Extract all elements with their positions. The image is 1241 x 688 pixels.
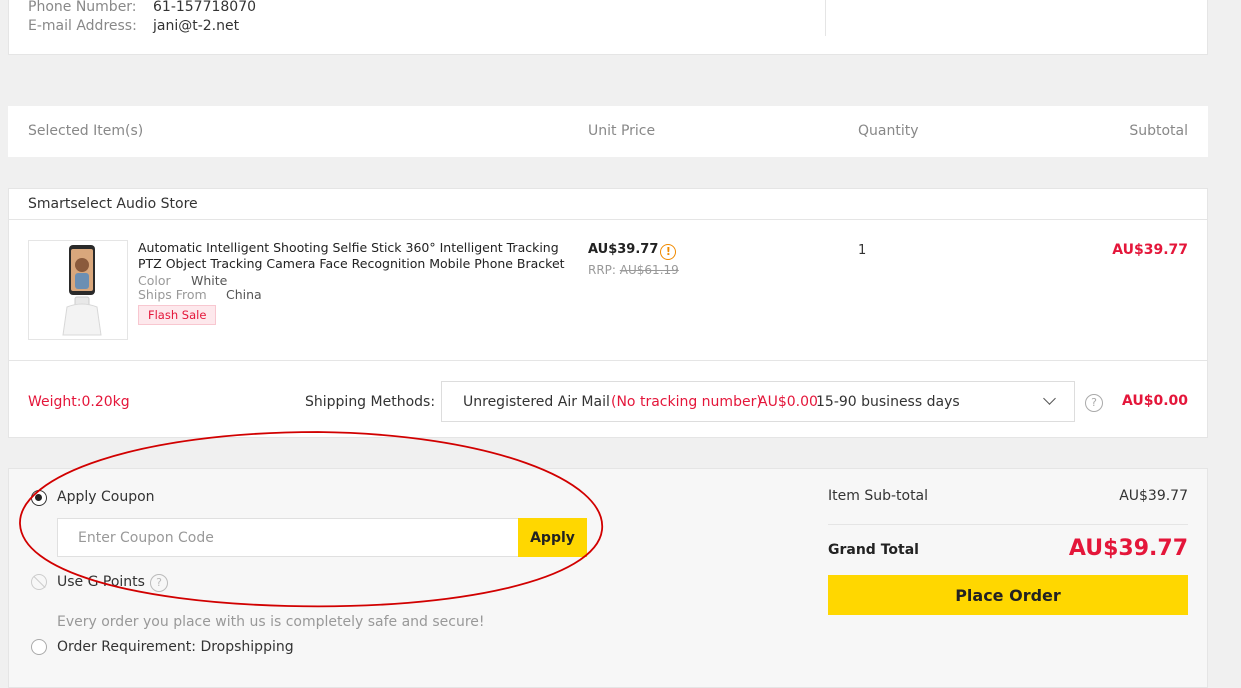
dropshipping-label[interactable]: Order Requirement: Dropshipping bbox=[57, 639, 294, 655]
weight: Weight:0.20kg bbox=[28, 394, 130, 410]
product-title[interactable]: Automatic Intelligent Shooting Selfie St… bbox=[138, 240, 578, 272]
checkout-options-card: Apply Coupon Apply Use G Points ? Every … bbox=[8, 468, 1208, 688]
item-quantity: 1 bbox=[858, 243, 867, 258]
help-icon[interactable]: ? bbox=[150, 574, 168, 592]
coupon-code-input[interactable] bbox=[57, 518, 518, 557]
grand-total-label: Grand Total bbox=[828, 542, 919, 558]
ships-from-value: China bbox=[226, 287, 262, 302]
divider bbox=[825, 0, 826, 36]
shipping-note: (No tracking number) bbox=[611, 394, 762, 410]
unit-price-value: AU$39.77 bbox=[588, 242, 659, 257]
store-card: Smartselect Audio Store Automatic Intell… bbox=[8, 188, 1208, 438]
apply-coupon-button[interactable]: Apply bbox=[518, 518, 587, 557]
items-table-header: Selected Item(s) Unit Price Quantity Sub… bbox=[8, 106, 1208, 157]
product-thumbnail[interactable] bbox=[28, 240, 128, 340]
shipping-method: Unregistered Air Mail bbox=[463, 394, 610, 410]
contact-card: Phone Number: 61-157718070 E-mail Addres… bbox=[8, 0, 1208, 55]
phone-label: Phone Number: bbox=[28, 0, 137, 15]
shipping-methods-label: Shipping Methods: bbox=[305, 394, 436, 410]
item-subtotal-label: Item Sub-total bbox=[828, 488, 929, 504]
safety-text: Every order you place with us is complet… bbox=[57, 614, 485, 630]
place-order-button[interactable]: Place Order bbox=[828, 575, 1188, 615]
grand-total-value: AU$39.77 bbox=[1068, 536, 1188, 561]
chevron-down-icon bbox=[1043, 392, 1056, 405]
header-subtotal: Subtotal bbox=[1129, 123, 1188, 139]
rrp-value: AU$61.19 bbox=[619, 263, 679, 277]
ships-from-label: Ships From bbox=[138, 287, 207, 302]
phone-value: 61-157718070 bbox=[153, 0, 257, 15]
apply-coupon-label[interactable]: Apply Coupon bbox=[57, 489, 155, 505]
use-g-points-radio[interactable] bbox=[31, 574, 47, 590]
help-icon[interactable]: ? bbox=[1085, 394, 1103, 412]
divider bbox=[9, 360, 1207, 361]
header-quantity: Quantity bbox=[858, 123, 919, 139]
rrp-label: RRP: bbox=[588, 263, 616, 277]
color-label: Color bbox=[138, 273, 171, 288]
warning-icon[interactable]: ! bbox=[660, 244, 677, 260]
header-unit-price: Unit Price bbox=[588, 123, 656, 139]
dropshipping-radio[interactable] bbox=[31, 639, 47, 655]
store-name[interactable]: Smartselect Audio Store bbox=[28, 196, 198, 212]
item-subtotal-value: AU$39.77 bbox=[1119, 488, 1188, 504]
color-value: White bbox=[191, 273, 228, 288]
email-label: E-mail Address: bbox=[28, 18, 137, 34]
use-g-points-label[interactable]: Use G Points bbox=[57, 574, 145, 590]
item-subtotal: AU$39.77 bbox=[1112, 242, 1188, 258]
rrp: RRP: AU$61.19 bbox=[588, 263, 679, 277]
email-value: jani@t-2.net bbox=[153, 18, 240, 34]
shipping-method-select[interactable]: Unregistered Air Mail (No tracking numbe… bbox=[441, 381, 1075, 422]
shipping-cost: AU$0.00 bbox=[758, 394, 818, 410]
shipping-total: AU$0.00 bbox=[1121, 393, 1188, 409]
product-image bbox=[62, 245, 102, 336]
header-items: Selected Item(s) bbox=[28, 123, 144, 139]
divider bbox=[828, 524, 1188, 525]
flash-sale-badge: Flash Sale bbox=[138, 305, 217, 325]
divider bbox=[9, 219, 1207, 220]
apply-coupon-radio[interactable] bbox=[31, 490, 47, 506]
shipping-days: 15-90 business days bbox=[816, 394, 960, 410]
unit-price: AU$39.77! bbox=[588, 242, 677, 260]
